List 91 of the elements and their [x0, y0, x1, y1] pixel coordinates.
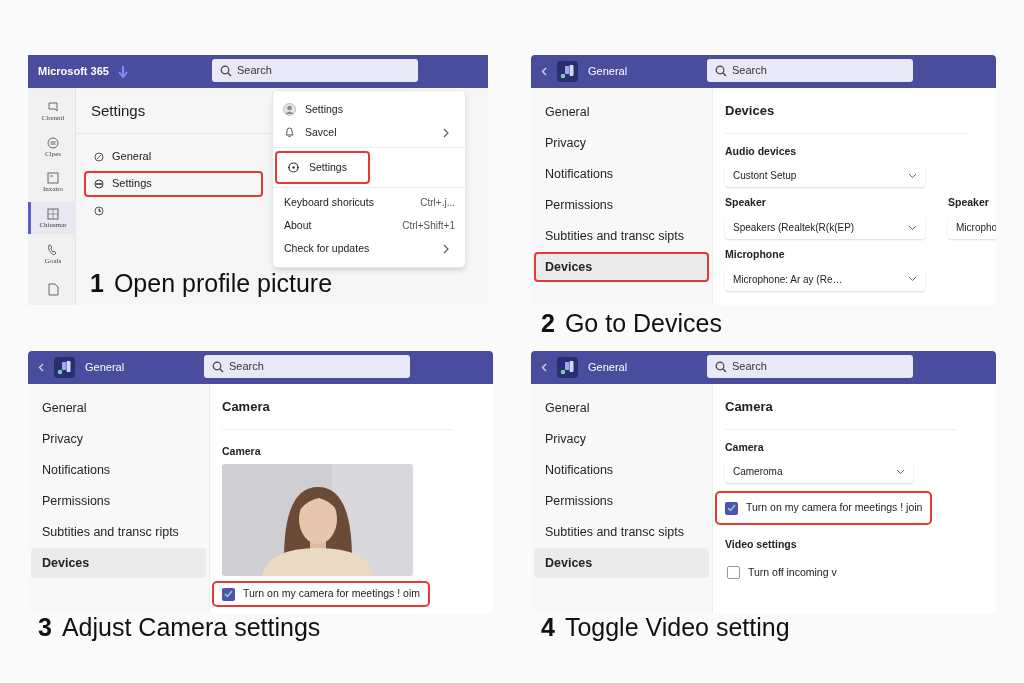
nav-item[interactable]: Permissions [534, 486, 709, 516]
nav-item[interactable]: General [534, 393, 709, 423]
checkbox[interactable] [725, 501, 738, 515]
app-icon [557, 61, 578, 82]
dropdown[interactable]: Cameroma [725, 460, 913, 484]
field-label: Speaker [948, 195, 990, 211]
rail-icon [46, 99, 60, 114]
checkbox-row[interactable]: Turn on my camera for meetings ! join [715, 491, 933, 525]
search-field[interactable]: Search [212, 59, 418, 82]
chevron-right-icon [443, 243, 449, 254]
rail-icon [46, 282, 60, 297]
rail-icon [46, 135, 60, 150]
app-title: General [85, 360, 125, 376]
step-title: Adjust Camera settings [61, 615, 321, 640]
nav-item[interactable]: Devices [534, 252, 709, 282]
back-icon [541, 67, 547, 76]
field-label: Microphone [725, 247, 786, 262]
search-icon [715, 360, 727, 373]
menu-item[interactable]: About Ctrl+Shift+1 [273, 214, 465, 237]
field-label: Audio devices [725, 143, 798, 159]
nav-item[interactable]: Devices [534, 548, 709, 578]
step-title: Open profile picture [113, 271, 333, 296]
avatar-icon [283, 103, 296, 116]
step-number: 2 [541, 311, 555, 336]
back-icon [38, 363, 44, 372]
nav-item[interactable]: Subtities and transc sipts [534, 517, 709, 547]
settings-icon [287, 161, 300, 174]
checkbox[interactable] [222, 587, 235, 601]
chevron-down-icon [908, 224, 917, 231]
checkbox[interactable] [727, 566, 740, 580]
nav-item[interactable]: Notifications [534, 159, 709, 189]
search-icon [212, 360, 224, 373]
nav-item[interactable]: Permissions [534, 190, 709, 220]
checkbox-row[interactable]: Turn on my camera for meetings ! oim [212, 581, 430, 607]
field-label: Video settings [725, 537, 798, 552]
menu-item[interactable]: Check for updates [273, 237, 465, 260]
menu-item[interactable]: Settings [275, 151, 370, 184]
nav-item[interactable]: Privacy [31, 424, 206, 454]
nav-icon [94, 178, 104, 189]
section-heading: Camera [222, 397, 453, 430]
checkbox-row[interactable]: Turn off incoming v [725, 560, 839, 585]
app-title: Microsoft 365 [38, 64, 109, 80]
nav-item[interactable]: Subtities and transc ripts [31, 517, 206, 547]
nav-item[interactable]: Notifications [534, 455, 709, 485]
step-number: 3 [38, 615, 52, 640]
dropdown[interactable]: Custont Setup [725, 164, 925, 188]
field-label: Speaker [725, 195, 767, 211]
step-title: Go to Devices [564, 311, 722, 336]
step-title: Toggle Video setting [564, 615, 790, 640]
nav-item[interactable]: General [534, 97, 709, 127]
shortcut-text: Ctrl+Shift+1 [402, 219, 455, 233]
nav-item[interactable]: Subtities and transc sipts [534, 221, 709, 251]
bell-icon [283, 126, 296, 139]
dropdown[interactable]: Microphone: Ar ay (Re… [725, 267, 925, 291]
app-icon [54, 357, 75, 378]
chevron-down-icon [908, 276, 917, 283]
section-heading: Devices [725, 101, 968, 134]
chevron-down-icon [908, 172, 917, 179]
dropdown[interactable]: Speakers (Realtek(R(k(EP) [725, 216, 925, 239]
nav-item[interactable]: Notifications [31, 455, 206, 485]
rail-icon [46, 206, 60, 221]
app-icon [557, 357, 578, 378]
chevron-down-icon [896, 468, 905, 475]
shortcut-text: Ctrl+.j... [420, 196, 455, 210]
chevron-right-icon [443, 127, 449, 138]
field-label: Camera [725, 439, 765, 455]
rail-icon [46, 171, 60, 186]
nav-icon [94, 151, 104, 162]
app-title: General [588, 360, 628, 376]
nav-item[interactable]: Privacy [534, 424, 709, 454]
search-icon [715, 64, 727, 77]
back-icon [541, 363, 547, 372]
search-field[interactable]: Search [204, 355, 410, 378]
nav-item[interactable]: Devices [31, 548, 206, 578]
nav-icon [94, 205, 104, 216]
nav-item[interactable]: General [84, 143, 263, 170]
section-heading: Camera [725, 397, 956, 430]
dropdown[interactable]: Micropho [948, 216, 996, 239]
step-number: 4 [541, 615, 555, 640]
down-arrow-icon [116, 64, 129, 79]
nav-item[interactable]: Privacy [534, 128, 709, 158]
app-title: General [588, 64, 628, 80]
nav-item[interactable]: Permissions [31, 486, 206, 516]
search-icon [220, 64, 232, 77]
step-number: 1 [90, 271, 104, 296]
nav-item[interactable]: Settings [84, 170, 263, 197]
field-label: Camera [222, 443, 262, 459]
search-field[interactable]: Search [707, 59, 913, 82]
menu-item[interactable]: Keyboard shoricuts Ctrl+.j... [273, 191, 465, 214]
search-field[interactable]: Search [707, 355, 913, 378]
nav-item[interactable]: General [31, 393, 206, 423]
